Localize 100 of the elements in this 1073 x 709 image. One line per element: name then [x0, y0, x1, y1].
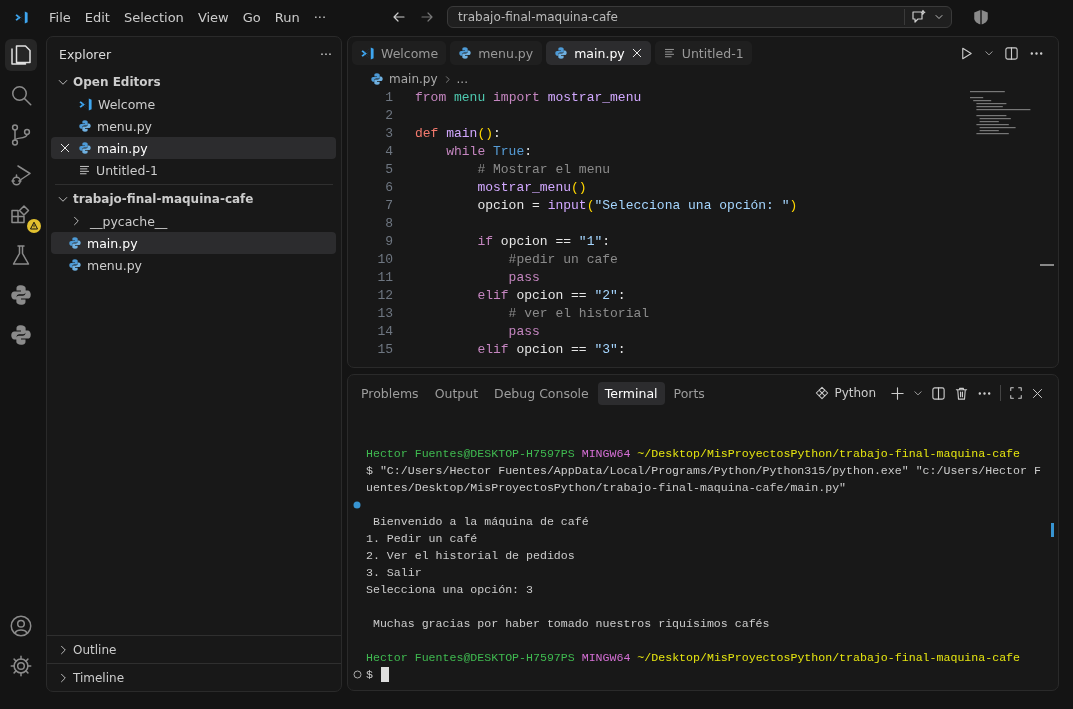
vscode-logo-icon: [360, 45, 375, 61]
code-line: while True:: [445, 143, 533, 161]
breadcrumb-item[interactable]: ...: [456, 72, 468, 86]
python-file-icon: [68, 236, 82, 250]
code-line: # ver el historial: [507, 305, 650, 323]
section-header[interactable]: trabajo-final-maquina-cafe: [47, 188, 341, 210]
vscode-logo-icon: [13, 9, 29, 25]
line-number: 7: [384, 197, 393, 215]
split-terminal-icon[interactable]: [931, 385, 946, 401]
vscode-logo-icon: [78, 96, 93, 112]
menu-item[interactable]: File: [42, 9, 78, 25]
close-icon[interactable]: [630, 47, 643, 59]
python-file-icon: [68, 258, 82, 272]
line-number: 11: [376, 269, 393, 287]
terminal-line: uentes/Desktop/MisProyectosPython/trabajo-final-maquina-cafe/main.py": [366, 480, 847, 496]
python-file-icon: [78, 141, 92, 155]
terminal-line: 2. Ver el historial de pedidos: [366, 548, 575, 564]
terminal-line: $: [366, 667, 373, 683]
line-number: 3: [384, 125, 393, 143]
python-file-icon: [458, 46, 473, 60]
python-file-icon: [554, 46, 569, 60]
tree-item[interactable]: main.py: [51, 232, 336, 254]
panel-tab[interactable]: Problems: [354, 381, 426, 405]
open-editor-item[interactable]: Welcome: [51, 93, 336, 115]
code-line: def main():: [415, 125, 501, 143]
code-line: if opcion == "1":: [476, 233, 611, 251]
trash-icon[interactable]: [954, 385, 969, 401]
text-lines-icon: [662, 46, 676, 60]
open-editor-item[interactable]: menu.py: [51, 115, 336, 137]
line-number: 6: [384, 179, 393, 197]
panel-tab[interactable]: Ports: [666, 381, 712, 405]
line-number: 5: [384, 161, 393, 179]
tree-item[interactable]: __pycache__: [51, 210, 336, 232]
run-icon[interactable]: [959, 45, 974, 61]
command-center-field[interactable]: trabajo-final-maquina-cafe: [447, 6, 953, 28]
menu-item[interactable]: Selection: [116, 9, 191, 25]
terminal-line: $ "C:/Users/Hector Fuentes/AppData/Local/Programs/Python/Python315/python.exe" "c:/Users/Hector F: [366, 463, 1041, 479]
chevron-down-icon[interactable]: [984, 48, 994, 58]
menu-item[interactable]: Go: [235, 9, 268, 25]
section-header[interactable]: Outline: [47, 635, 341, 663]
files-icon[interactable]: [5, 39, 37, 71]
code-line: #pedir un cafe: [507, 251, 618, 269]
terminal-line: Hector Fuentes@DESKTOP-H7597PS MINGW64 ~/Desktop/MisProyectosPython/trabajo-final-maquina-cafe: [366, 446, 1020, 462]
editor-tab[interactable]: menu.py: [450, 41, 543, 65]
chat-sparkle-icon[interactable]: [911, 9, 928, 25]
line-number: 13: [376, 305, 393, 323]
line-number: 10: [376, 251, 393, 269]
terminal-line: 1. Pedir un café: [366, 531, 478, 547]
line-number: 14: [376, 323, 393, 341]
terminal-profile-button[interactable]: Python: [815, 386, 876, 400]
code-line: pass: [507, 269, 540, 287]
python-file-icon: [78, 119, 92, 133]
terminal-line: Hector Fuentes@DESKTOP-H7597PS MINGW64 ~/Desktop/MisProyectosPython/trabajo-final-maquina-cafe: [366, 650, 1020, 666]
split-editor-icon[interactable]: [1004, 45, 1019, 61]
line-number: 9: [384, 233, 393, 251]
section-header[interactable]: Open Editors: [47, 71, 341, 93]
breadcrumb-item[interactable]: main.py: [389, 72, 438, 86]
text-lines-icon: [78, 163, 91, 177]
menu-item[interactable]: Run: [267, 9, 307, 25]
panel-tab[interactable]: Terminal: [597, 381, 665, 405]
code-line: pass: [507, 323, 540, 341]
terminal-line: Selecciona una opción: 3: [366, 582, 533, 598]
maximize-icon[interactable]: [1009, 386, 1023, 400]
shield-icon[interactable]: [972, 8, 991, 26]
explorer-title: Explorer: [59, 46, 112, 62]
terminal-line: Muchas gracias por haber tomado nuestros riquísimos cafés: [371, 616, 770, 632]
tree-item[interactable]: menu.py: [51, 254, 336, 276]
menu-item[interactable]: ···: [306, 9, 334, 25]
code-line: opcion = input("Selecciona una opción: "): [476, 197, 798, 215]
line-number: 1: [384, 89, 393, 107]
editor-tab[interactable]: Untitled-1: [654, 41, 752, 65]
open-editor-item[interactable]: Untitled-1: [51, 159, 336, 181]
code-line: elif opcion == "2":: [476, 287, 626, 305]
line-number: 4: [384, 143, 393, 161]
section-header[interactable]: Timeline: [47, 663, 341, 691]
command-success-dot-icon[interactable]: [353, 500, 361, 509]
close-icon[interactable]: [1031, 386, 1044, 400]
more-actions-button[interactable]: ···: [320, 46, 332, 62]
code-line: mostrar_menu(): [476, 179, 587, 197]
panel-tab[interactable]: Output: [427, 381, 486, 405]
command-pending-circle-icon[interactable]: [352, 670, 362, 679]
editor-tab[interactable]: main.py: [546, 41, 651, 65]
close-icon[interactable]: [59, 142, 71, 154]
menu-item[interactable]: Edit: [77, 9, 117, 25]
line-number: 12: [376, 287, 393, 305]
plus-icon[interactable]: [890, 385, 905, 401]
line-number: 15: [376, 341, 393, 359]
code-line: from menu import mostrar_menu: [415, 89, 642, 107]
diamond-grid-icon: [815, 386, 830, 400]
code-line: elif opcion == "3":: [476, 341, 626, 359]
code-line: # Mostrar el menu: [476, 161, 611, 179]
terminal-line: Bienvenido a la máquina de café: [371, 514, 589, 530]
python-file-icon: [370, 72, 384, 86]
editor-tab[interactable]: Welcome: [352, 41, 447, 65]
menu-item[interactable]: View: [190, 9, 236, 25]
chevron-down-icon[interactable]: [913, 388, 923, 398]
line-number: 2: [384, 107, 393, 125]
panel-tab[interactable]: Debug Console: [487, 381, 596, 405]
open-editor-item[interactable]: main.py: [51, 137, 336, 159]
line-number: 8: [384, 215, 393, 233]
